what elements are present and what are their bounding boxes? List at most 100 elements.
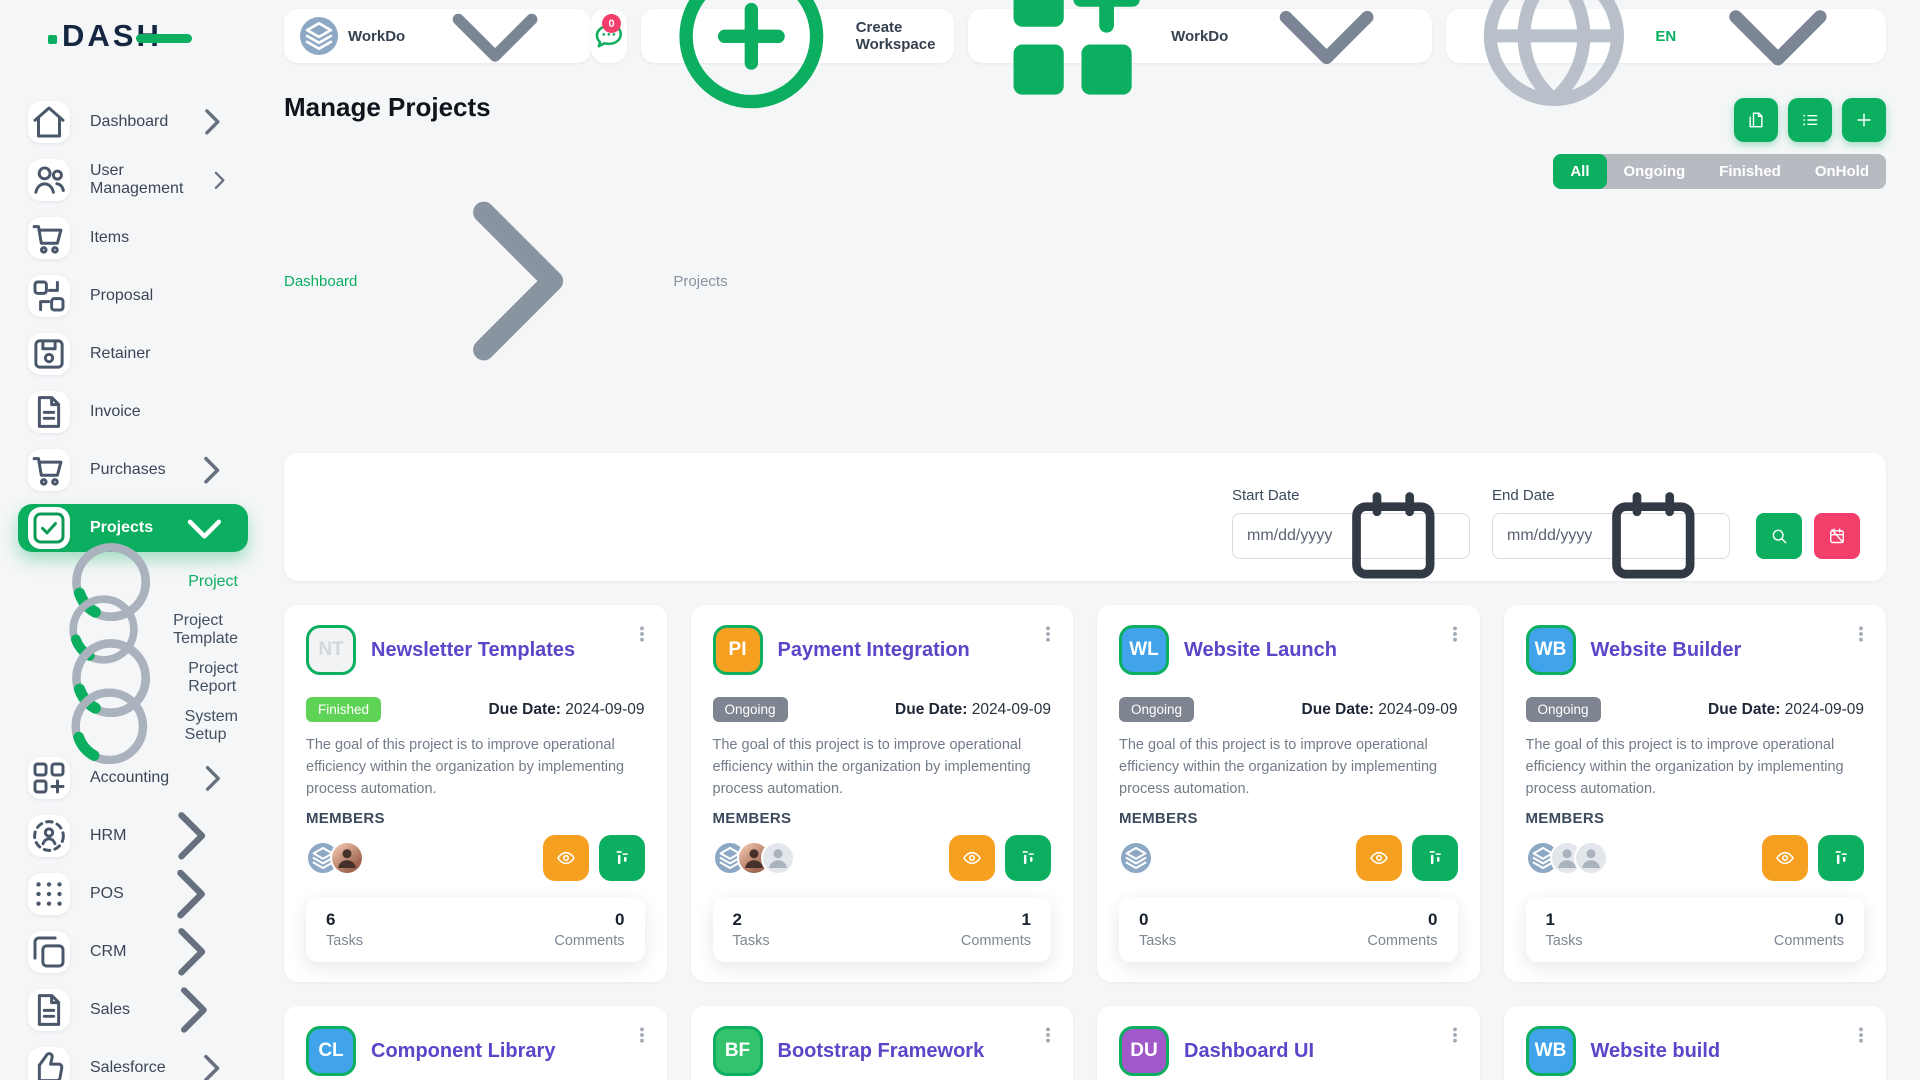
tab-all[interactable]: All: [1553, 154, 1606, 189]
sidebar-item-proposal[interactable]: Proposal: [18, 272, 248, 320]
sidebar-subitem-system-setup[interactable]: System Setup: [28, 706, 238, 746]
sidebar-item-retainer[interactable]: Retainer: [18, 330, 248, 378]
calendar-icon[interactable]: [1332, 475, 1455, 598]
card-actions-row: [1119, 835, 1458, 881]
comments-stat: 1 Comments: [961, 910, 1031, 949]
card-menu-button[interactable]: [631, 1024, 653, 1046]
export-button[interactable]: [1734, 98, 1778, 142]
project-title-link[interactable]: Bootstrap Framework: [778, 1039, 985, 1063]
card-header: PIPayment Integration: [713, 625, 1052, 675]
card-menu-button[interactable]: [1037, 1024, 1059, 1046]
cart-icon: [28, 449, 70, 491]
eye-icon: [555, 847, 577, 869]
project-tasks-button[interactable]: [599, 835, 645, 881]
card-menu-button[interactable]: [1444, 1024, 1466, 1046]
comments-label: Comments: [961, 933, 1031, 949]
card-actions-row: [306, 835, 645, 881]
sidebar-item-items[interactable]: Items: [18, 214, 248, 262]
project-title-link[interactable]: Payment Integration: [778, 638, 970, 662]
list-view-button[interactable]: [1788, 98, 1832, 142]
project-tasks-button[interactable]: [1818, 835, 1864, 881]
project-title-link[interactable]: Website Builder: [1591, 638, 1742, 662]
create-workspace-button[interactable]: Create Workspace: [641, 9, 954, 63]
sidebar-item-label: Items: [90, 229, 236, 247]
view-project-button[interactable]: [543, 835, 589, 881]
chevron-right-icon: [365, 131, 665, 431]
messages-button[interactable]: 0: [591, 9, 627, 63]
workdo-apps-button[interactable]: WorkDo: [968, 9, 1432, 63]
page-header-left: Manage Projects Dashboard Projects: [284, 86, 728, 431]
member-avatar-placeholder: [1574, 841, 1608, 875]
tasks-count: 0: [1139, 910, 1176, 930]
toolbar: [1734, 98, 1886, 142]
chevron-right-icon: [188, 98, 236, 146]
scan-user-icon: [28, 815, 70, 857]
workspace-selector[interactable]: WorkDo: [284, 9, 591, 63]
view-project-button[interactable]: [949, 835, 995, 881]
eye-icon: [1368, 847, 1390, 869]
thumbs-up-icon: [28, 1047, 70, 1080]
card-menu-button[interactable]: [1850, 1024, 1872, 1046]
project-title-link[interactable]: Website build: [1591, 1039, 1721, 1063]
language-selector[interactable]: EN: [1446, 9, 1886, 63]
tasks-stat: 6Tasks: [326, 910, 363, 949]
sidebar-item-label: HRM: [90, 827, 126, 845]
start-date-input[interactable]: mm/dd/yyyy: [1232, 513, 1470, 559]
sidebar-item-user-management[interactable]: User Management: [18, 156, 248, 204]
card-actions-row: [1526, 835, 1865, 881]
sidebar-item-purchases[interactable]: Purchases: [18, 446, 248, 494]
topbar-actions: 0 Create Workspace WorkDo EN: [591, 9, 1886, 63]
card-menu-button[interactable]: [1850, 623, 1872, 645]
add-project-button[interactable]: [1842, 98, 1886, 142]
view-project-button[interactable]: [1356, 835, 1402, 881]
grid-plus-icon: [28, 757, 70, 799]
card-header: WB Website build: [1526, 1026, 1865, 1076]
sidebar-item-invoice[interactable]: Invoice: [18, 388, 248, 436]
sidebar-item-label: CRM: [90, 943, 126, 961]
project-title-link[interactable]: Component Library: [371, 1039, 555, 1063]
comments-count: 1: [961, 910, 1031, 930]
card-header: NTNewsletter Templates: [306, 625, 645, 675]
clear-filter-button[interactable]: [1814, 513, 1860, 559]
comments-stat: 0Comments: [1367, 910, 1437, 949]
sidebar-item-salesforce[interactable]: Salesforce: [18, 1044, 248, 1080]
card-menu-button[interactable]: [1037, 623, 1059, 645]
project-description: The goal of this project is to improve o…: [1119, 734, 1458, 800]
tab-ongoing[interactable]: Ongoing: [1607, 154, 1703, 189]
workdo-apps-label: WorkDo: [1171, 28, 1228, 45]
end-date-input[interactable]: mm/dd/yyyy: [1492, 513, 1730, 559]
file-icon: [28, 989, 70, 1031]
project-title-link[interactable]: Newsletter Templates: [371, 638, 575, 662]
calendar-icon[interactable]: [1592, 475, 1715, 598]
sidebar-subitem-label: Project Template: [173, 612, 238, 648]
due-date: Due Date: 2024-09-09: [489, 701, 645, 719]
project-title-link[interactable]: Website Launch: [1184, 638, 1337, 662]
sidebar-item-label: Accounting: [90, 769, 169, 787]
project-card-payment-integration: PIPayment IntegrationOngoingDue Date: 20…: [691, 605, 1074, 982]
sidebar-item-sales[interactable]: Sales: [18, 986, 248, 1034]
tab-finished[interactable]: Finished: [1702, 154, 1798, 189]
project-tasks-button[interactable]: [1412, 835, 1458, 881]
view-project-button[interactable]: [1762, 835, 1808, 881]
project-initials-icon: WB: [1526, 1026, 1576, 1076]
project-card-bootstrap-framework: BFBootstrap FrameworkOngoingDue Date: 20…: [691, 1006, 1074, 1080]
sidebar-item-dashboard[interactable]: Dashboard: [18, 98, 248, 146]
tasks-label: Tasks: [326, 933, 363, 949]
project-initials-icon: WB: [1526, 625, 1576, 675]
card-menu-button[interactable]: [631, 623, 653, 645]
project-card-website-launch: WLWebsite LaunchOngoingDue Date: 2024-09…: [1097, 605, 1480, 982]
tasks-stat: 1Tasks: [1546, 910, 1583, 949]
search-button[interactable]: [1756, 513, 1802, 559]
due-date: Due Date: 2024-09-09: [1302, 701, 1458, 719]
breadcrumb-dashboard-link[interactable]: Dashboard: [284, 273, 357, 290]
kebab-icon: [631, 623, 653, 645]
member-avatars: [1119, 841, 1153, 875]
swap-icon: [28, 275, 70, 317]
project-tasks-button[interactable]: [1005, 835, 1051, 881]
card-menu-button[interactable]: [1444, 623, 1466, 645]
project-title-link[interactable]: Dashboard UI: [1184, 1039, 1314, 1063]
tab-onhold[interactable]: OnHold: [1798, 154, 1886, 189]
comments-label: Comments: [554, 933, 624, 949]
project-initials-icon: DU: [1119, 1026, 1169, 1076]
card-header: BFBootstrap Framework: [713, 1026, 1052, 1076]
